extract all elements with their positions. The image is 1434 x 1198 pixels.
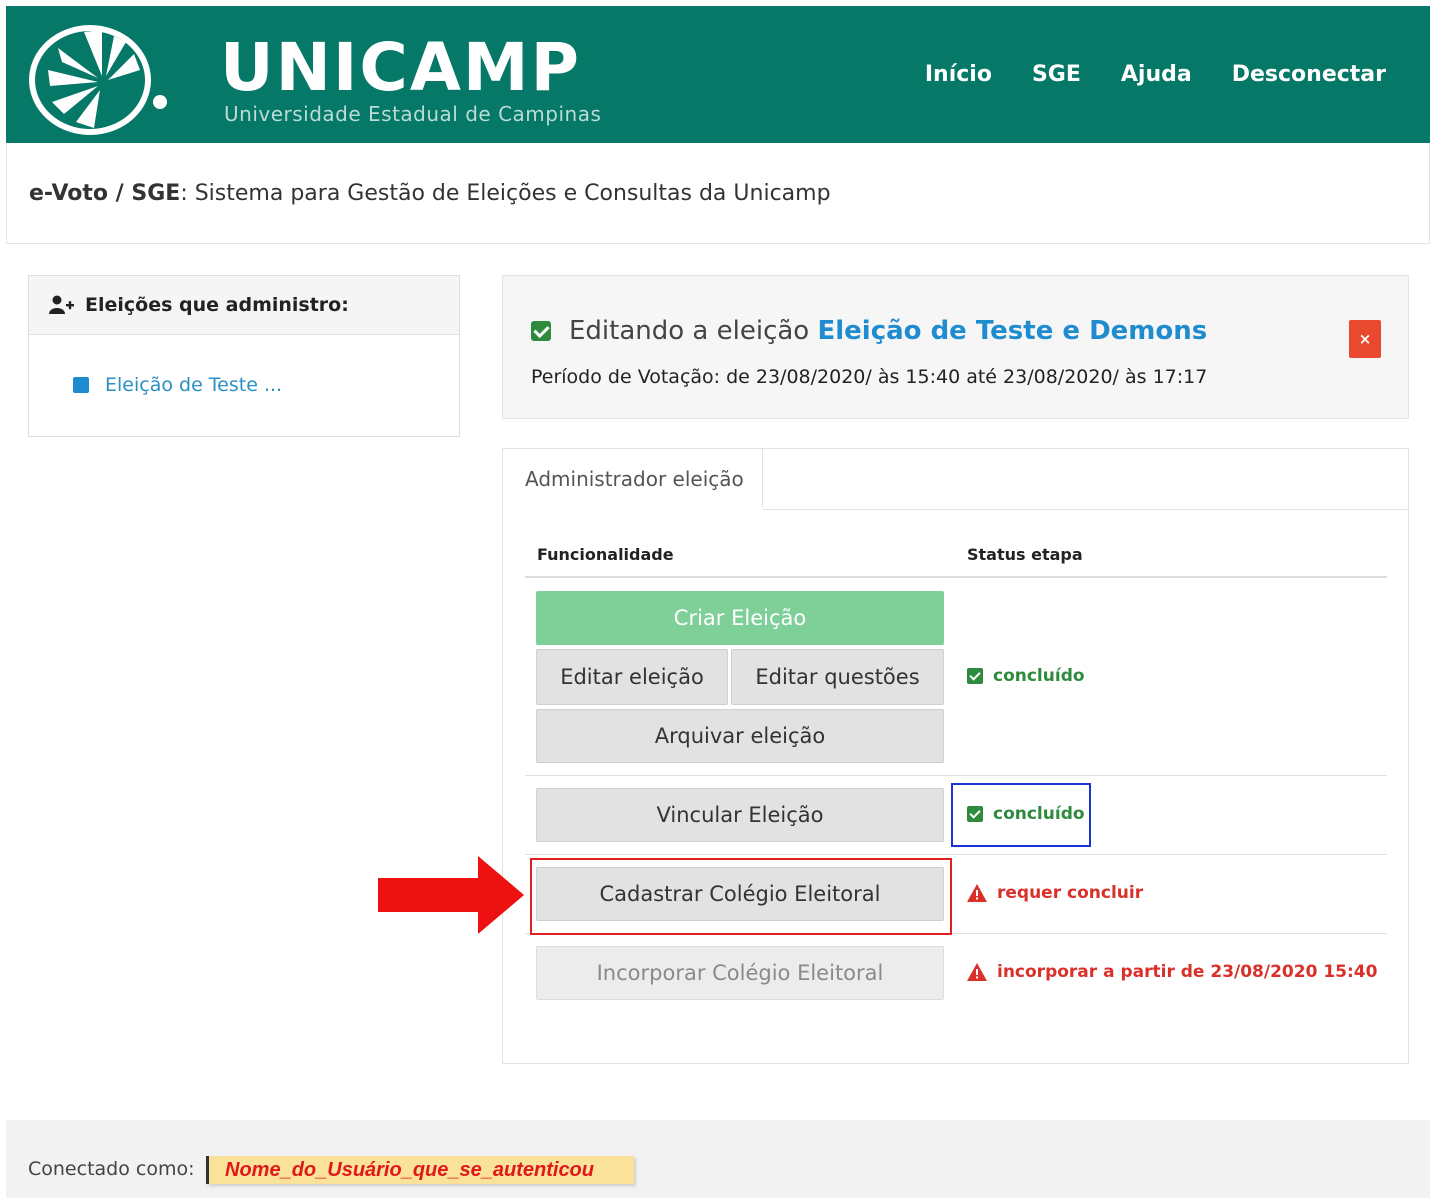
- row-divider: [525, 854, 1387, 855]
- status-row-3: requer concluir: [967, 883, 1143, 903]
- status-label: incorporar a partir de 23/08/2020 15:40: [997, 962, 1378, 982]
- system-subtitle-bar: e-Voto / SGE: Sistema para Gestão de Ele…: [6, 143, 1430, 244]
- footer: Conectado como: Nome_do_Usuário_que_se_a…: [6, 1120, 1430, 1198]
- system-subtitle-text: : Sistema para Gestão de Eleições e Cons…: [180, 181, 831, 206]
- top-nav: Início SGE Ajuda Desconectar: [925, 62, 1386, 87]
- square-icon: [73, 377, 89, 393]
- status-label: requer concluir: [997, 883, 1144, 903]
- sidebar-item-label: Eleição de Teste ...: [105, 374, 283, 396]
- top-header: UNICAMP Universidade Estadual de Campina…: [6, 6, 1430, 143]
- close-button[interactable]: ×: [1349, 320, 1381, 358]
- user-plus-icon: [49, 295, 74, 314]
- election-name-link[interactable]: Eleição de Teste e Demons: [817, 316, 1207, 346]
- archive-election-button[interactable]: Arquivar eleição: [536, 709, 944, 763]
- check-square-icon: [967, 668, 983, 684]
- voting-period: Período de Votação: de 23/08/2020/ às 15…: [531, 366, 1208, 388]
- connected-as-label: Conectado como:: [28, 1158, 195, 1180]
- highlight-box-red: [530, 858, 952, 935]
- right-arrow-icon: [378, 856, 524, 934]
- nav-desconectar[interactable]: Desconectar: [1232, 62, 1386, 87]
- tab-administrador-eleicao[interactable]: Administrador eleição: [503, 449, 763, 510]
- editing-prefix: Editando a eleição: [569, 316, 810, 346]
- editing-election-panel: Editando a eleição Eleição de Teste e De…: [502, 275, 1409, 419]
- row-divider: [525, 775, 1387, 776]
- nav-ajuda[interactable]: Ajuda: [1121, 62, 1192, 87]
- admin-tab-panel: Administrador eleição Funcionalidade Sta…: [502, 448, 1409, 1064]
- column-header-status: Status etapa: [967, 545, 1083, 564]
- status-label: concluído: [993, 666, 1085, 686]
- my-elections-panel: Eleições que administro: Eleição de Test…: [28, 275, 460, 437]
- brand-subtitle: Universidade Estadual de Campinas: [224, 102, 602, 126]
- unicamp-logo-icon: [29, 25, 167, 135]
- tab-bar: Administrador eleição: [503, 449, 1408, 510]
- editing-title: Editando a eleição Eleição de Teste e De…: [531, 316, 1207, 346]
- create-election-button[interactable]: Criar Eleição: [536, 591, 944, 645]
- incorporate-electoral-college-button[interactable]: Incorporar Colégio Eleitoral: [536, 946, 944, 1000]
- nav-inicio[interactable]: Início: [925, 62, 992, 87]
- brand-title: UNICAMP: [220, 29, 581, 106]
- link-election-button[interactable]: Vincular Eleição: [536, 788, 944, 842]
- column-header-funcionalidade: Funcionalidade: [537, 545, 674, 564]
- status-row-1: concluído: [967, 666, 1085, 686]
- system-subtitle-strong: e-Voto / SGE: [29, 181, 181, 206]
- nav-sge[interactable]: SGE: [1032, 62, 1081, 87]
- warning-icon: [967, 963, 987, 981]
- edit-questions-button[interactable]: Editar questões: [731, 649, 944, 705]
- my-elections-title: Eleições que administro:: [85, 294, 349, 316]
- my-elections-heading: Eleições que administro:: [29, 276, 459, 335]
- header-divider: [525, 576, 1387, 578]
- sidebar-item-election[interactable]: Eleição de Teste ...: [73, 374, 282, 396]
- status-row-4: incorporar a partir de 23/08/2020 15:40: [967, 962, 1377, 982]
- user-name-badge: Nome_do_Usuário_que_se_autenticou: [206, 1156, 634, 1184]
- system-subtitle: e-Voto / SGE: Sistema para Gestão de Ele…: [29, 181, 831, 206]
- check-square-icon: [531, 321, 551, 341]
- warning-icon: [967, 884, 987, 902]
- highlight-box-blue: [951, 783, 1091, 847]
- edit-election-button[interactable]: Editar eleição: [536, 649, 728, 705]
